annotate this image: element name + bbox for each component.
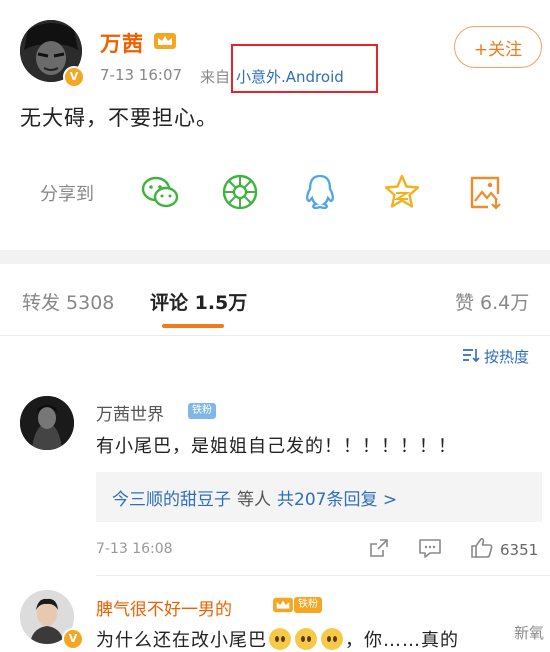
comment-text: 为什么还在改小尾巴 ，你……真的	[96, 626, 459, 652]
tab-likes[interactable]: 赞 6.4万	[455, 288, 529, 315]
sort-by-heat-button[interactable]: 按热度	[462, 346, 529, 367]
follow-label: +关注	[473, 39, 523, 60]
verified-icon: V	[62, 628, 84, 650]
save-image-icon[interactable]	[466, 172, 506, 212]
wechat-icon[interactable]	[140, 172, 180, 212]
comment-text-start: 为什么还在改小尾巴	[96, 630, 267, 651]
fan-badge: 铁粉	[188, 403, 216, 419]
sad-emoji-icon	[269, 628, 291, 650]
share-label: 分享到	[40, 184, 94, 205]
tabs-divider	[0, 335, 550, 336]
crown-member-icon	[272, 596, 294, 618]
commenter-name[interactable]: 脾气很不好一男的	[96, 595, 232, 620]
poster-name[interactable]: 万茜	[100, 28, 144, 58]
like-count: 6351	[500, 541, 539, 559]
tab-comments[interactable]: 评论 1.5万	[150, 288, 247, 315]
crown-member-icon	[153, 31, 177, 55]
watermark: 新氧	[513, 624, 544, 642]
sort-icon	[462, 347, 480, 367]
qq-icon[interactable]	[300, 172, 340, 212]
post-time: 7-13 16:07	[100, 66, 183, 84]
verified-icon: V	[63, 66, 85, 88]
active-tab-indicator	[162, 324, 224, 328]
reply-comment-icon[interactable]	[418, 537, 442, 563]
qzone-icon[interactable]	[382, 172, 422, 212]
source-prefix: 来自	[200, 68, 231, 86]
like-icon[interactable]	[470, 537, 494, 563]
comment-text-end: ，你……真的	[345, 630, 459, 651]
comment-time: 7-13 16:08	[96, 541, 173, 557]
comment-text: 有小尾巴，是姐姐自己发的！！！！！！！	[96, 436, 457, 457]
post-text: 无大碍，不要担心。	[20, 106, 218, 130]
sad-emoji-icon	[295, 628, 317, 650]
moments-icon[interactable]	[220, 172, 260, 212]
comment-divider	[96, 575, 550, 576]
section-divider	[0, 250, 550, 264]
follow-button[interactable]: +关注	[454, 26, 542, 68]
share-comment-icon[interactable]	[368, 537, 390, 563]
reply-mid: 等人	[237, 489, 271, 510]
tab-repost[interactable]: 转发 5308	[22, 288, 114, 315]
reply-names[interactable]: 今三顺的甜豆子	[112, 485, 231, 510]
replies-preview[interactable]: 今三顺的甜豆子 等人 共207条回复 >	[96, 472, 542, 522]
sad-emoji-icon	[321, 628, 343, 650]
source-highlight-box	[231, 44, 378, 93]
commenter-name[interactable]: 万茜世界	[96, 400, 164, 425]
reply-count[interactable]: 共207条回复 >	[277, 485, 397, 510]
commenter-avatar[interactable]	[20, 396, 74, 450]
fan-badge: 铁粉	[294, 597, 322, 613]
sort-label: 按热度	[484, 348, 530, 366]
